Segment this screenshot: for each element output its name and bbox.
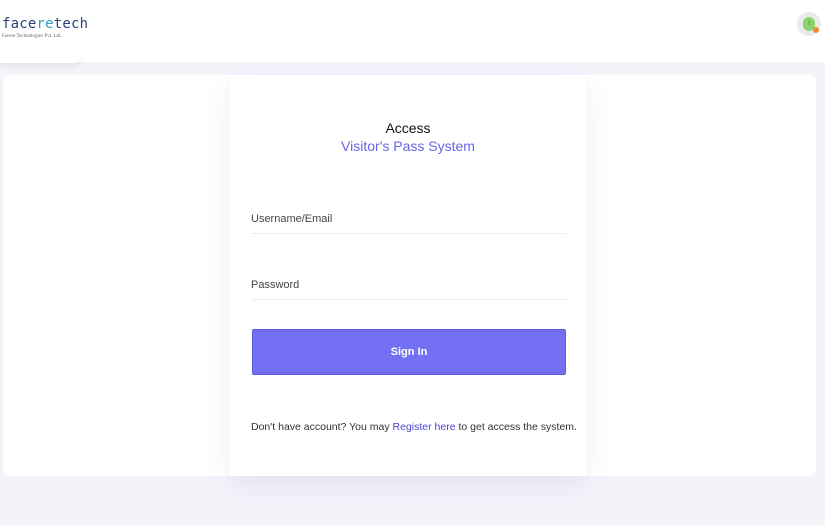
sign-in-button[interactable]: Sign In: [252, 329, 566, 375]
logo-wordmark: faceretech: [2, 16, 89, 32]
page-subtitle: Visitor's Pass System: [341, 138, 475, 154]
page-title: Access: [385, 120, 431, 136]
top-bar: faceretech Facere Technologies Pvt. Ltd.…: [0, 0, 825, 62]
user-status-icon[interactable]: !: [797, 12, 821, 36]
register-prompt: Don't have account? You may Register her…: [251, 421, 577, 433]
login-card: Access Visitor's Pass System Sign In Don…: [230, 75, 586, 476]
register-prefix-text: Don't have account? You may: [251, 421, 393, 433]
logo[interactable]: faceretech Facere Technologies Pvt. Ltd.: [2, 16, 88, 39]
notification-dot-icon: [813, 27, 819, 33]
register-link[interactable]: Register here: [393, 421, 456, 433]
username-input[interactable]: [251, 204, 566, 234]
header-tab-shadow: [0, 55, 80, 63]
register-suffix-text: to get access the system.: [455, 421, 577, 433]
password-input[interactable]: [251, 270, 566, 300]
logo-subtitle: Facere Technologies Pvt. Ltd.: [2, 34, 62, 39]
